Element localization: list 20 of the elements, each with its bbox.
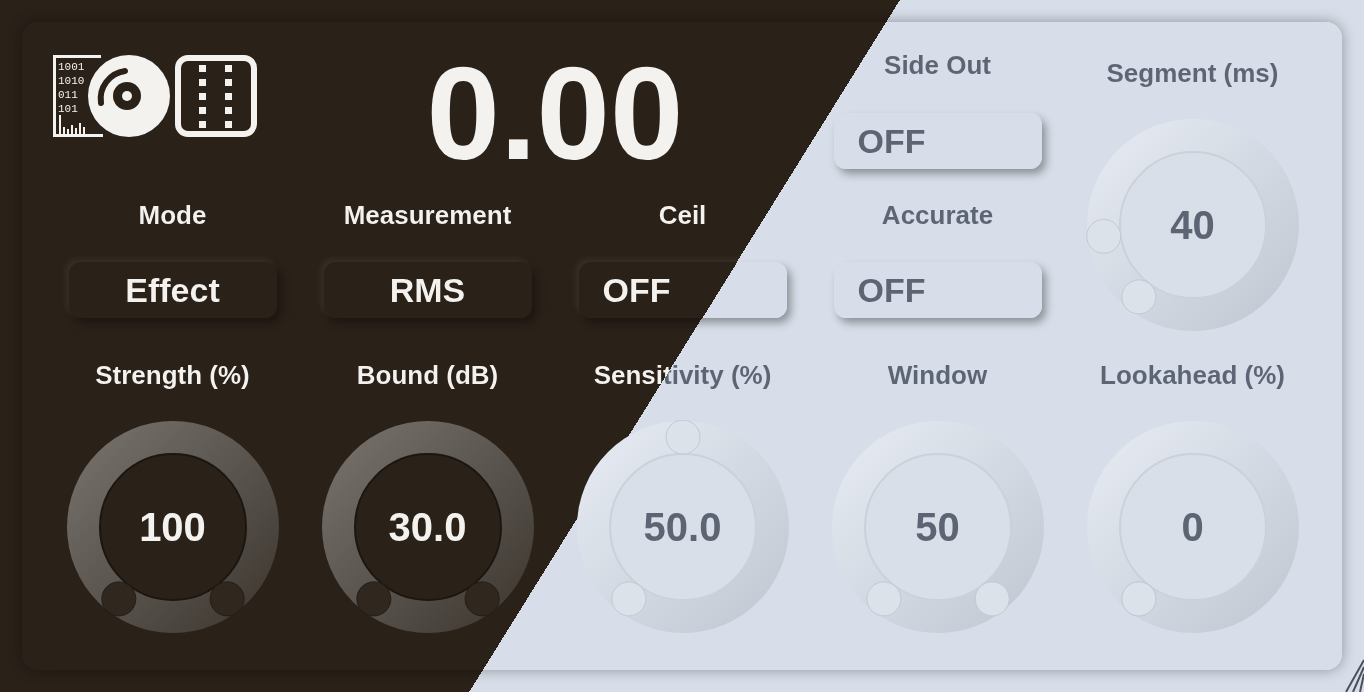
knob-value: 0	[1181, 507, 1204, 547]
logo-digits: 1010	[58, 75, 85, 87]
knob-value: 100	[139, 507, 206, 547]
selector-button[interactable]: OFF	[833, 113, 1042, 169]
knob[interactable]	[575, 420, 790, 634]
selector-button[interactable]: Effect	[68, 262, 277, 318]
disc-icon	[88, 55, 170, 137]
knob-value: 30.0	[388, 507, 467, 547]
knob-value: 50	[915, 507, 960, 547]
logo-digits: 011	[58, 89, 78, 101]
logo-digits: 1001	[58, 61, 85, 73]
selector-button[interactable]: OFF	[578, 262, 787, 318]
knob-value: 50.0	[643, 507, 722, 547]
selector-button[interactable]: OFF	[833, 262, 1042, 318]
knob-value: 40	[1170, 205, 1215, 245]
logo-digits: 101	[58, 103, 78, 115]
bar-chart-icon	[53, 55, 103, 137]
selector-button[interactable]: RMS	[323, 262, 532, 318]
knob[interactable]	[320, 420, 535, 634]
film-strip-icon	[175, 55, 257, 137]
